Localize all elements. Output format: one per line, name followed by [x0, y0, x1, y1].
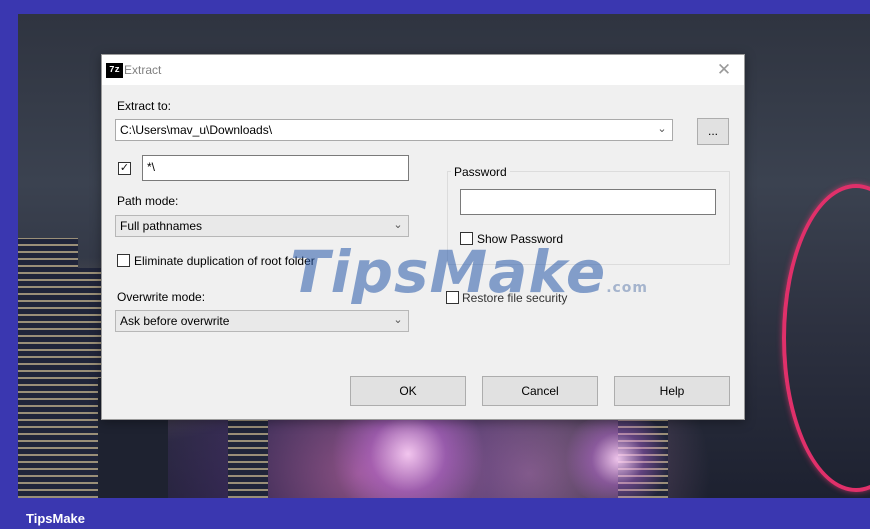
extract-dialog: 7z Extract ✕ Extract to: C:\Users\mav_u\… [101, 54, 745, 420]
watermark: TipsMake.com [290, 238, 648, 306]
brand-label: TipsMake [26, 511, 86, 526]
overwrite-mode-select[interactable]: Ask before overwrite ⌄ [115, 310, 409, 332]
skyline-building [18, 238, 78, 498]
chevron-down-icon[interactable]: ⌄ [655, 122, 669, 135]
password-input[interactable] [460, 189, 716, 215]
extract-to-label: Extract to: [117, 99, 172, 113]
subfolder-checkbox[interactable]: ✓ [118, 162, 131, 175]
help-button[interactable]: Help [614, 376, 730, 406]
ferris-wheel [782, 184, 870, 492]
firework [558, 414, 678, 498]
extract-to-value: C:\Users\mav_u\Downloads\ [120, 123, 273, 137]
path-mode-label: Path mode: [117, 194, 179, 208]
chevron-down-icon: ⌄ [393, 314, 403, 326]
chevron-down-icon: ⌄ [393, 219, 403, 231]
watermark-suffix: .com [606, 280, 649, 296]
watermark-text: TipsMake [290, 238, 607, 306]
overwrite-mode-label: Overwrite mode: [117, 290, 206, 304]
subfolder-input[interactable]: *\ [142, 155, 409, 181]
password-group-title: Password [451, 165, 510, 179]
ok-button[interactable]: OK [350, 376, 466, 406]
browse-button[interactable]: ... [697, 118, 729, 145]
skyline-building [228, 408, 268, 498]
subfolder-value: *\ [147, 160, 156, 174]
title-bar[interactable]: 7z Extract ✕ [102, 55, 744, 85]
cancel-button[interactable]: Cancel [482, 376, 598, 406]
path-mode-select[interactable]: Full pathnames ⌄ [115, 215, 409, 237]
eliminate-duplication-label[interactable]: Eliminate duplication of root folder [134, 254, 315, 268]
close-icon: ✕ [716, 60, 732, 79]
dialog-title: Extract [124, 63, 162, 77]
eliminate-duplication-checkbox[interactable] [117, 254, 130, 267]
7zip-app-icon: 7z [106, 63, 123, 78]
overwrite-mode-value: Ask before overwrite [120, 314, 230, 328]
extract-to-combobox[interactable]: C:\Users\mav_u\Downloads\ ⌄ [115, 119, 673, 141]
path-mode-value: Full pathnames [120, 219, 203, 233]
close-button[interactable]: ✕ [704, 55, 744, 85]
